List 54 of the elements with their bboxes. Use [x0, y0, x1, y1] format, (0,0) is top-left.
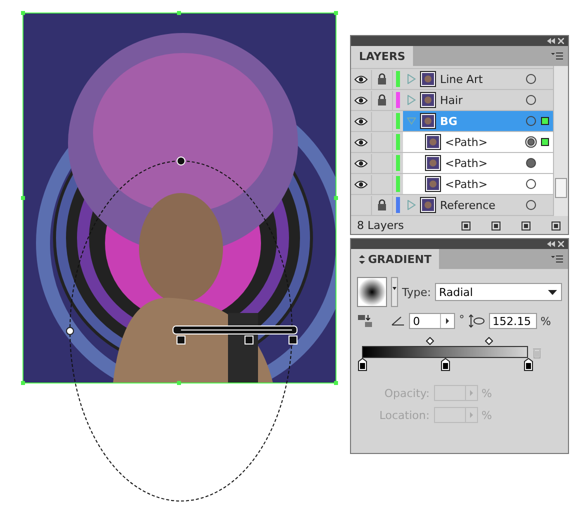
angle-icon	[391, 316, 405, 326]
gradient-preview-swatch[interactable]	[357, 277, 387, 307]
target-icon[interactable]	[525, 94, 537, 106]
caret-icon	[548, 290, 557, 294]
thumbnail-icon	[420, 92, 436, 108]
target-icon[interactable]	[525, 157, 537, 169]
degree-unit: °	[459, 313, 464, 326]
target-icon[interactable]	[525, 73, 537, 85]
percent-unit: %	[482, 408, 492, 422]
target-icon[interactable]	[525, 178, 537, 190]
color-stop[interactable]	[358, 358, 366, 371]
eye-icon[interactable]	[354, 180, 368, 188]
reverse-gradient-icon[interactable]	[357, 314, 373, 328]
close-icon[interactable]	[558, 241, 564, 247]
thumbnail-icon	[425, 155, 441, 171]
updown-arrows-icon[interactable]	[359, 254, 365, 264]
gradient-handle[interactable]	[66, 327, 74, 335]
layer-row[interactable]: <Path>	[403, 174, 553, 194]
angle-field[interactable]: 0	[409, 313, 455, 329]
panel-menu-icon[interactable]	[551, 52, 563, 60]
gradient-annotator[interactable]	[172, 326, 298, 344]
color-stop[interactable]	[524, 358, 532, 371]
scrollbar[interactable]	[553, 66, 568, 216]
type-label: Type:	[402, 286, 431, 298]
thumbnail-icon	[420, 113, 436, 129]
color-stop[interactable]	[440, 358, 450, 371]
eye-icon[interactable]	[354, 74, 368, 84]
layer-count: 8 Layers	[357, 218, 405, 232]
aspect-ratio-icon	[468, 314, 484, 328]
gradient-ellipse[interactable]	[70, 160, 292, 502]
thumbnail-icon	[425, 134, 441, 150]
eye-icon[interactable]	[354, 116, 368, 126]
collapse-icon[interactable]	[547, 241, 555, 247]
collapse-icon[interactable]	[547, 38, 555, 44]
thumbnail-icon	[420, 197, 436, 213]
eye-icon[interactable]	[354, 96, 368, 104]
close-icon[interactable]	[558, 38, 564, 44]
thumbnail-icon	[425, 176, 441, 192]
eye-icon[interactable]	[354, 138, 368, 146]
aspect-ratio-field[interactable]: 152.15	[488, 313, 536, 329]
eye-icon[interactable]	[354, 158, 368, 168]
target-icon[interactable]	[525, 136, 537, 148]
panel-menu-icon[interactable]	[551, 255, 563, 263]
type-select[interactable]: Radial	[434, 283, 562, 301]
lock-icon[interactable]	[377, 94, 387, 106]
percent-unit: %	[482, 386, 492, 400]
percent-unit: %	[540, 314, 551, 328]
layer-row[interactable]: <Path>	[403, 153, 553, 173]
layer-row[interactable]: <Path>	[403, 132, 553, 152]
lock-icon[interactable]	[377, 73, 387, 85]
lock-icon[interactable]	[377, 199, 387, 211]
target-icon[interactable]	[525, 199, 537, 211]
thumbnail-icon	[420, 71, 436, 87]
dropdown-caret-icon[interactable]	[391, 277, 398, 307]
